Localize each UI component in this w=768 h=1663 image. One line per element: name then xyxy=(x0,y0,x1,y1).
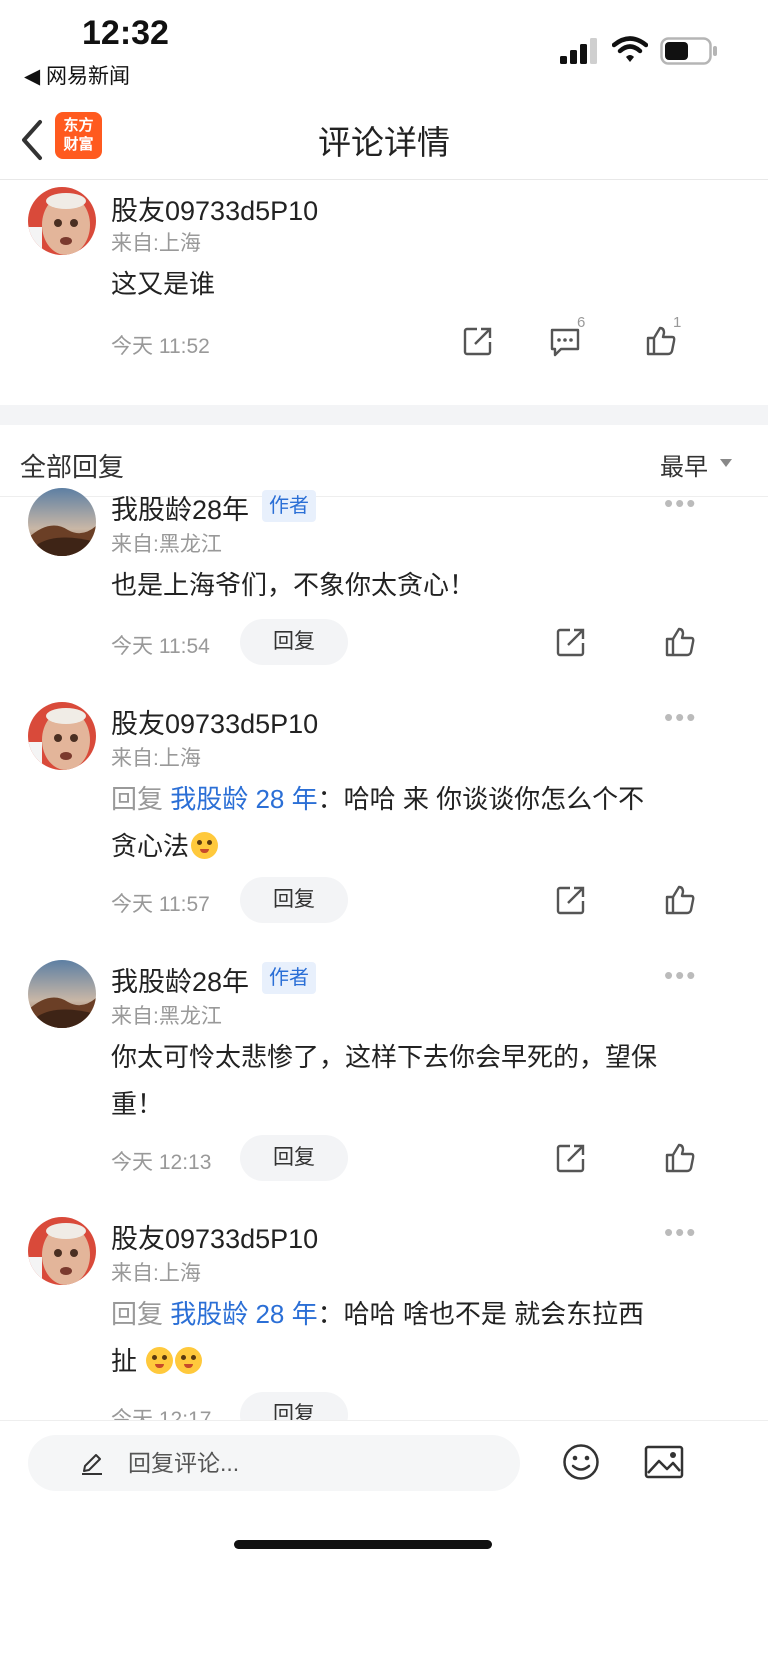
reply-username[interactable]: 股友09733d5P10 xyxy=(111,702,318,741)
comment-icon[interactable] xyxy=(549,327,581,357)
reply-text-line2: 扯 xyxy=(111,1346,138,1376)
share-icon[interactable] xyxy=(556,1143,586,1173)
author-badge: 作者 xyxy=(262,962,316,994)
reply-time: 今天 11:54 xyxy=(111,635,210,658)
reply-button[interactable]: 回复 xyxy=(240,1135,348,1181)
reply-text: 回复 我股龄 28 年：哈哈 来 你谈谈你怎么个不 贪心法 xyxy=(111,776,711,870)
chevron-down-icon[interactable] xyxy=(720,459,732,467)
reply-text-line1: ：哈哈 啥也不是 就会东拉西 xyxy=(317,1299,645,1329)
reply-time: 今天 12:13 xyxy=(111,1151,212,1174)
main-comment: 股友09733d5P10 来自:上海 这又是谁 今天 11:52 6 1 xyxy=(0,181,768,405)
like-icon[interactable] xyxy=(664,884,696,916)
comment-time: 今天 11:52 xyxy=(111,335,210,358)
reply-prefix: 回复 xyxy=(111,784,164,814)
wifi-icon xyxy=(612,36,648,62)
reply-location: 来自:上海 xyxy=(111,747,201,770)
reply-username[interactable]: 我股龄28年 xyxy=(111,488,249,527)
reply-location: 来自:上海 xyxy=(111,1262,201,1285)
share-icon[interactable] xyxy=(556,885,586,915)
reply-prefix: 回复 xyxy=(111,1299,164,1329)
author-badge: 作者 xyxy=(262,490,316,522)
comment-text: 这又是谁 xyxy=(111,269,216,299)
sort-dropdown[interactable]: 最早 xyxy=(660,447,708,482)
status-time: 12:32 xyxy=(82,14,169,52)
reply-text: 回复 我股龄 28 年：哈哈 啥也不是 就会东拉西 扯 xyxy=(111,1291,711,1385)
more-options-icon[interactable]: ••• xyxy=(664,960,697,991)
emoji-icon[interactable] xyxy=(562,1443,600,1481)
reply-text-line1: 你太可怜太悲惨了，这样下去你会早死的，望保 xyxy=(111,1042,658,1072)
reply-time: 今天 11:57 xyxy=(111,893,210,916)
share-icon[interactable] xyxy=(463,326,493,356)
reply-text-line1: ：哈哈 来 你谈谈你怎么个不 xyxy=(317,784,645,814)
pencil-icon xyxy=(82,1454,102,1475)
reply-button[interactable]: 回复 xyxy=(240,877,348,923)
reply-button[interactable]: 回复 xyxy=(240,619,348,665)
back-to-app-link[interactable]: ◀ 网易新闻 xyxy=(24,60,130,90)
reply-location: 来自:黑龙江 xyxy=(111,533,222,556)
reply-target-link[interactable]: 我股龄 28 年 xyxy=(170,1299,317,1329)
section-divider xyxy=(0,405,768,425)
battery-icon xyxy=(660,37,717,65)
reply-input-container[interactable] xyxy=(28,1435,520,1491)
replies-header: 全部回复 最早 xyxy=(0,425,768,497)
comment-count: 6 xyxy=(577,314,586,331)
avatar[interactable] xyxy=(28,702,96,770)
comment-location: 来自:上海 xyxy=(111,232,201,255)
like-count: 1 xyxy=(673,314,682,331)
home-indicator xyxy=(234,1540,492,1549)
reply-username[interactable]: 股友09733d5P10 xyxy=(111,1217,318,1256)
more-options-icon[interactable]: ••• xyxy=(664,488,697,519)
like-icon[interactable] xyxy=(664,626,696,658)
flushed-emoji-icon xyxy=(175,1347,203,1374)
reply-target-link[interactable]: 我股龄 28 年 xyxy=(170,784,317,814)
reply-text-line2: 重！ xyxy=(111,1089,164,1119)
avatar[interactable] xyxy=(28,187,96,255)
reply-username[interactable]: 我股龄28年 xyxy=(111,960,249,999)
thinking-emoji-icon xyxy=(191,832,219,859)
image-icon[interactable] xyxy=(644,1445,684,1479)
page-title: 评论详情 xyxy=(318,124,450,161)
reply-location: 来自:黑龙江 xyxy=(111,1005,222,1028)
more-options-icon[interactable]: ••• xyxy=(664,702,697,733)
status-bar: 12:32 ◀ 网易新闻 xyxy=(0,0,768,100)
avatar[interactable] xyxy=(28,960,96,1028)
reply-text-line2: 贪心法 xyxy=(111,831,190,861)
reply-text: 你太可怜太悲惨了，这样下去你会早死的，望保 重！ xyxy=(111,1034,751,1128)
signal-icon xyxy=(560,38,597,64)
reply-input[interactable] xyxy=(128,1435,508,1491)
share-icon[interactable] xyxy=(556,627,586,657)
avatar[interactable] xyxy=(28,488,96,556)
reply-text: 也是上海爷们，不象你太贪心！ xyxy=(111,570,476,600)
comment-username[interactable]: 股友09733d5P10 xyxy=(111,189,318,228)
more-options-icon[interactable]: ••• xyxy=(664,1217,697,1248)
like-icon[interactable] xyxy=(664,1142,696,1174)
avatar[interactable] xyxy=(28,1217,96,1285)
all-replies-title: 全部回复 xyxy=(20,452,125,482)
flushed-emoji-icon xyxy=(146,1347,174,1374)
